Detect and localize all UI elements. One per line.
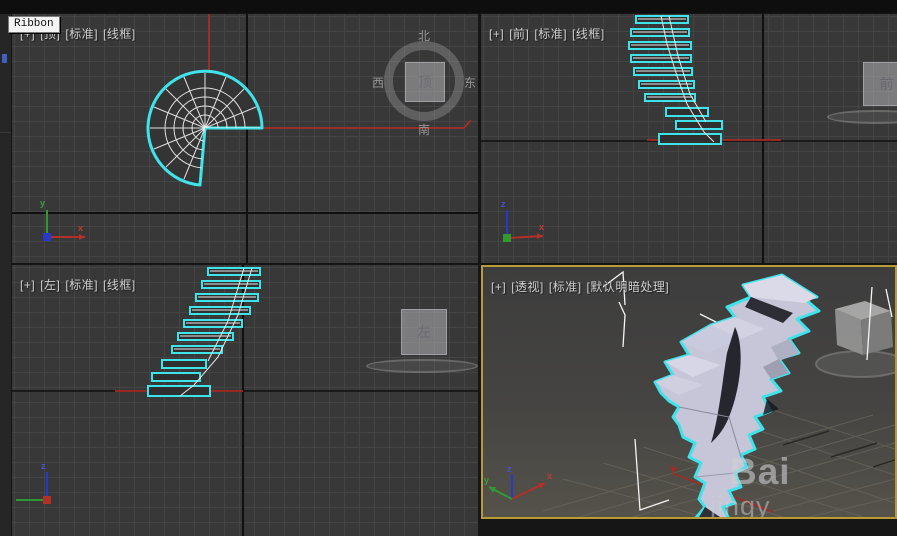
- viewport-label: [+] [左] [标准] [线框]: [20, 276, 141, 293]
- panel-divider: [0, 132, 12, 133]
- viewport-top[interactable]: [+][顶][标准][线框]: [12, 14, 478, 263]
- viewcube-face-label: 顶: [418, 72, 432, 92]
- spiral-stair-object[interactable]: [629, 16, 722, 144]
- viewcube-south-label[interactable]: 南: [418, 121, 430, 138]
- style-button[interactable]: [标准]: [549, 280, 582, 294]
- viewport-left[interactable]: [+] [左] [标准] [线框]: [12, 265, 478, 536]
- viewport-menu-button[interactable]: [+]: [489, 27, 504, 41]
- shading-button[interactable]: [线框]: [572, 27, 605, 41]
- world-axis-tripod: [503, 210, 543, 242]
- viewport-label: [+] [透视] [标准] [默认明暗处理]: [491, 278, 674, 295]
- shading-button[interactable]: [线框]: [103, 278, 136, 292]
- spiral-stair-object[interactable]: [148, 71, 262, 185]
- axis-y-label: y: [484, 475, 489, 485]
- view-name-button[interactable]: [透视]: [511, 280, 544, 294]
- viewcube-left-face[interactable]: 左: [401, 309, 447, 355]
- viewcube-compass-ring[interactable]: [366, 359, 478, 373]
- left-view-canvas: [12, 265, 478, 536]
- ribbon-tooltip: Ribbon: [8, 16, 60, 33]
- axis-z-label: z: [41, 461, 46, 471]
- viewcube-east-label[interactable]: 东: [464, 74, 476, 91]
- axis-z-label: z: [507, 464, 512, 474]
- viewport-label: [+] [前] [标准] [线框]: [489, 25, 610, 42]
- viewcube-face-label: 前: [880, 74, 894, 94]
- axis-z-label: z: [501, 199, 506, 209]
- style-button[interactable]: [标准]: [534, 27, 567, 41]
- viewport-menu-button[interactable]: [+]: [20, 278, 35, 292]
- top-toolbar-edge: [0, 0, 897, 14]
- watermark-line2: jingy: [710, 493, 771, 519]
- axis-x-label: x: [539, 222, 544, 232]
- axis-y-label: y: [40, 198, 45, 208]
- viewcube-front-face[interactable]: 前: [863, 62, 897, 106]
- shading-button[interactable]: [默认明暗处理]: [587, 280, 670, 294]
- 3dsmax-viewport-area: Ribbon [+][顶][标准][线框]: [0, 0, 897, 536]
- viewcube-west-label[interactable]: 西: [372, 74, 384, 91]
- viewport-front[interactable]: [+] [前] [标准] [线框]: [481, 14, 897, 263]
- watermark-line1: Bai: [730, 453, 791, 490]
- world-axis-tripod: [16, 472, 51, 504]
- panel-accent-mark: [2, 54, 7, 63]
- style-button[interactable]: [标准]: [65, 27, 98, 41]
- viewcube-north-label[interactable]: 北: [418, 27, 430, 44]
- view-name-button[interactable]: [前]: [509, 27, 529, 41]
- axis-x-label: x: [78, 223, 83, 233]
- viewcube-face-label: 左: [417, 322, 431, 342]
- axis-x-label: x: [547, 471, 552, 481]
- world-axis-tripod: [489, 474, 545, 499]
- viewport-perspective[interactable]: [+] [透视] [标准] [默认明暗处理]: [481, 265, 897, 519]
- view-name-button[interactable]: [左]: [40, 278, 60, 292]
- style-button[interactable]: [标准]: [65, 278, 98, 292]
- viewport-menu-button[interactable]: [+]: [491, 280, 506, 294]
- shading-button[interactable]: [线框]: [103, 27, 136, 41]
- viewcube[interactable]: [816, 301, 895, 377]
- viewcube-top-face[interactable]: 顶: [405, 62, 445, 102]
- perspective-canvas: [483, 267, 895, 517]
